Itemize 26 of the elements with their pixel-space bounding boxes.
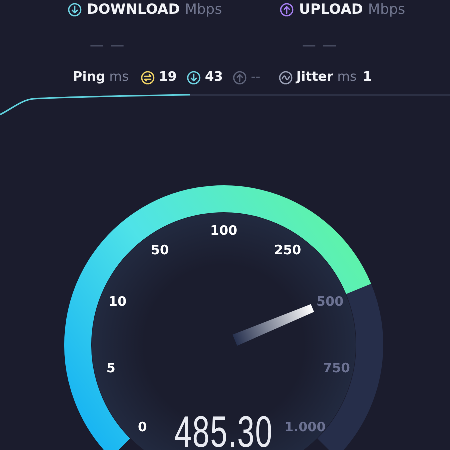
ping-value: -- [251,70,261,85]
result-value: — — [90,38,126,54]
ping-label: Ping [73,70,106,85]
ping-value: 19 [158,70,178,85]
unit-label: ms [110,70,129,85]
scale-label: 0 [138,420,148,436]
unit-label: Mbps [185,2,222,18]
unit-label: Mbps [368,2,406,18]
scale-label: 50 [151,243,170,258]
jitter-value: 1 [362,70,372,85]
swap-arrows-icon [140,70,155,84]
scale-label: 5 [106,361,116,376]
scale-label: 750 [323,361,350,376]
jitter-label: Jitter [296,70,334,85]
scale-label: 500 [316,295,344,310]
wave-icon [278,70,293,84]
result-label: DOWNLOAD [87,2,180,18]
speed-reading: 485.30 [174,408,274,450]
ping-value: 43 [205,70,224,85]
scale-label: 1.000 [284,420,326,436]
unit-label: ms [338,70,357,85]
scale-label: 100 [210,224,238,239]
result-value: — — [302,38,339,54]
scale-label: 10 [108,295,127,310]
scale-label: 250 [274,243,302,258]
result-label: UPLOAD [299,2,364,18]
